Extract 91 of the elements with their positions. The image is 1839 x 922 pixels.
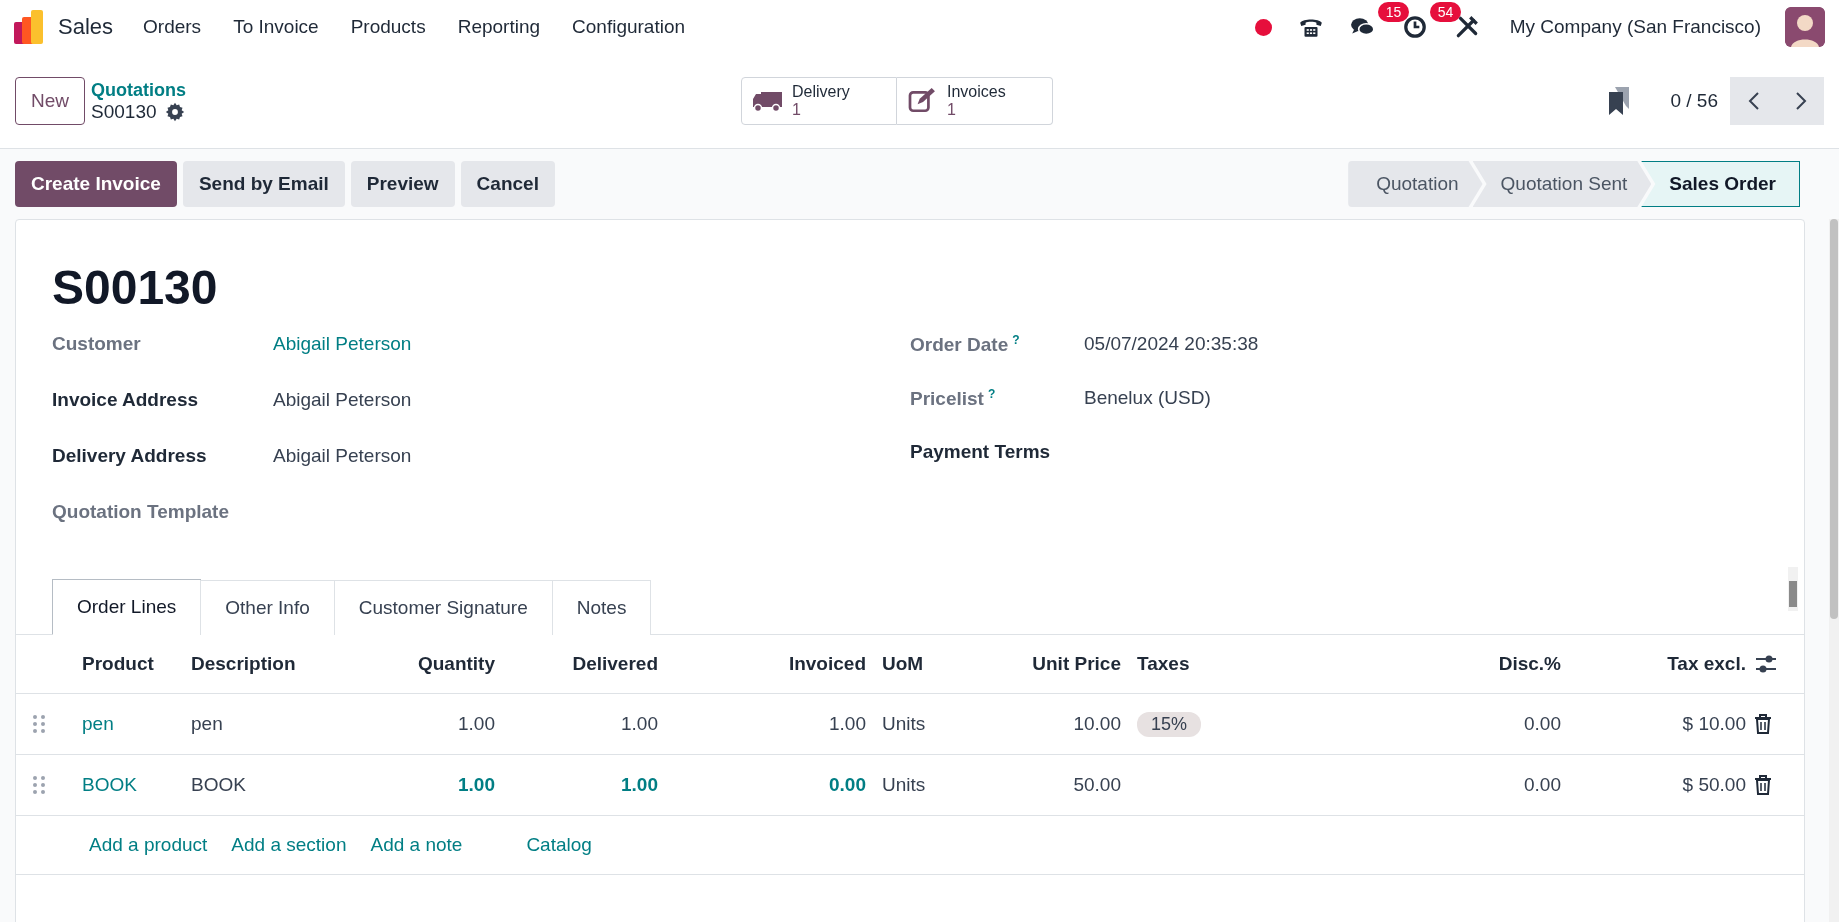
- table-cell[interactable]: pen: [74, 713, 183, 735]
- field-label: Pricelist: [910, 388, 984, 410]
- add-line-link[interactable]: Add a note: [370, 834, 463, 856]
- action-button[interactable]: Send by Email: [182, 161, 345, 207]
- company-switcher[interactable]: My Company (San Francisco): [1509, 16, 1761, 38]
- bookmark-icon[interactable]: [1608, 87, 1631, 115]
- status-dot-icon[interactable]: [1254, 18, 1272, 36]
- add-line-link[interactable]: Add a section: [231, 834, 347, 856]
- table-cell-text: 0.00: [828, 774, 867, 796]
- column-header[interactable]: Disc.%: [1389, 653, 1569, 675]
- field-label: Payment Terms: [910, 441, 1051, 462]
- action-button[interactable]: Create Invoice: [15, 161, 177, 207]
- scrollbar[interactable]: [1829, 219, 1839, 922]
- scrollbar[interactable]: [1788, 567, 1798, 611]
- tab[interactable]: Notes: [551, 580, 652, 635]
- breadcrumb-link[interactable]: Quotations: [91, 79, 186, 101]
- column-header[interactable]: Taxes: [1129, 653, 1389, 675]
- table-cell-text: 0.00: [1523, 774, 1562, 796]
- help-tooltip[interactable]: ?: [987, 387, 996, 401]
- table-cell-text: 1.00: [828, 713, 867, 735]
- menu-item[interactable]: Reporting: [457, 16, 541, 38]
- column-header[interactable]: Invoiced: [666, 653, 874, 675]
- field-value: Benelux (USD): [1084, 387, 1211, 409]
- table-cell-text: BOOK: [190, 774, 247, 796]
- next-button[interactable]: [1777, 77, 1824, 125]
- field-label: Order Date: [910, 334, 1009, 356]
- table-cell-text: 0.00: [1523, 713, 1562, 735]
- column-header[interactable]: Unit Price: [969, 653, 1129, 675]
- chevron-left-icon: [1746, 91, 1761, 111]
- field-label: Delivery Address: [52, 445, 208, 467]
- column-settings-icon[interactable]: [1754, 653, 1778, 675]
- previous-button[interactable]: [1730, 77, 1777, 125]
- table-cell-text: 1.00: [620, 713, 659, 735]
- chevron-right-icon: [1793, 91, 1808, 111]
- column-header[interactable]: Tax excl.: [1569, 653, 1754, 675]
- table-cell-text: Units: [881, 774, 927, 796]
- field-label: Quotation Template: [52, 501, 230, 523]
- table-cell[interactable]: BOOK: [74, 774, 183, 796]
- status-step[interactable]: Sales Order: [1641, 161, 1800, 207]
- add-line-link[interactable]: Catalog: [526, 834, 592, 856]
- counter-badge: 54: [1429, 2, 1462, 22]
- menu-item[interactable]: Orders: [143, 16, 202, 38]
- field-label: Customer: [52, 333, 142, 355]
- table-cell-text: $ 10.00: [1681, 713, 1747, 735]
- app-name[interactable]: Sales: [58, 14, 114, 40]
- help-tooltip[interactable]: ?: [1012, 333, 1020, 347]
- tab[interactable]: Other Info: [200, 580, 335, 635]
- field-label: Invoice Address: [52, 389, 200, 411]
- record-name: S00130: [91, 100, 157, 123]
- record-title: S00130: [51, 260, 219, 316]
- pager-counter: 0 / 56: [1670, 90, 1718, 112]
- table-cell-text: 50.00: [1072, 774, 1122, 796]
- menu-item[interactable]: Products: [350, 16, 426, 38]
- action-button[interactable]: Cancel: [460, 161, 555, 207]
- table-cell-text: 1.00: [620, 774, 659, 796]
- avatar-icon[interactable]: [1785, 7, 1825, 47]
- drag-handle-icon[interactable]: [32, 714, 46, 734]
- table-cell-text: pen: [190, 713, 224, 735]
- column-header[interactable]: Delivered: [503, 653, 666, 675]
- table-cell-text: Units: [881, 713, 927, 735]
- new-button[interactable]: New: [15, 77, 85, 125]
- smart-button[interactable]: Delivery 1: [741, 77, 897, 125]
- field-value: Abigail Peterson: [273, 389, 412, 411]
- table-cell-text: 1.00: [457, 713, 496, 735]
- add-line-link[interactable]: Add a product: [89, 834, 208, 856]
- counter-badge: 15: [1377, 2, 1410, 22]
- table-cell-text: $ 50.00: [1681, 774, 1747, 796]
- menu-item[interactable]: Configuration: [572, 16, 686, 38]
- status-step[interactable]: Quotation Sent: [1472, 161, 1652, 207]
- field-value: Abigail Peterson: [273, 445, 412, 467]
- tab[interactable]: Order Lines: [52, 579, 202, 635]
- table-cell-text: 10.00: [1072, 713, 1122, 735]
- column-header[interactable]: Description: [183, 653, 313, 675]
- action-button[interactable]: Preview: [350, 161, 455, 207]
- table-cell-text: 1.00: [457, 774, 496, 796]
- field-value: 05/07/2024 20:35:38: [1084, 333, 1259, 355]
- status-step[interactable]: Quotation: [1348, 161, 1483, 207]
- clock-icon[interactable]: [1401, 14, 1428, 40]
- tax-tag: 15%: [1137, 711, 1202, 737]
- trash-icon[interactable]: [1754, 775, 1772, 795]
- menu-item[interactable]: To Invoice: [233, 16, 319, 38]
- column-header[interactable]: Quantity: [313, 653, 503, 675]
- tab[interactable]: Customer Signature: [333, 580, 553, 635]
- drag-handle-icon[interactable]: [32, 775, 46, 795]
- field-value[interactable]: Abigail Peterson: [273, 333, 412, 355]
- trash-icon[interactable]: [1754, 714, 1772, 734]
- app-logo-icon[interactable]: [14, 10, 44, 44]
- smart-button[interactable]: Invoices 1: [897, 77, 1053, 125]
- settings-icon[interactable]: [164, 101, 185, 122]
- column-header[interactable]: UoM: [874, 653, 969, 675]
- column-header[interactable]: Product: [74, 653, 183, 675]
